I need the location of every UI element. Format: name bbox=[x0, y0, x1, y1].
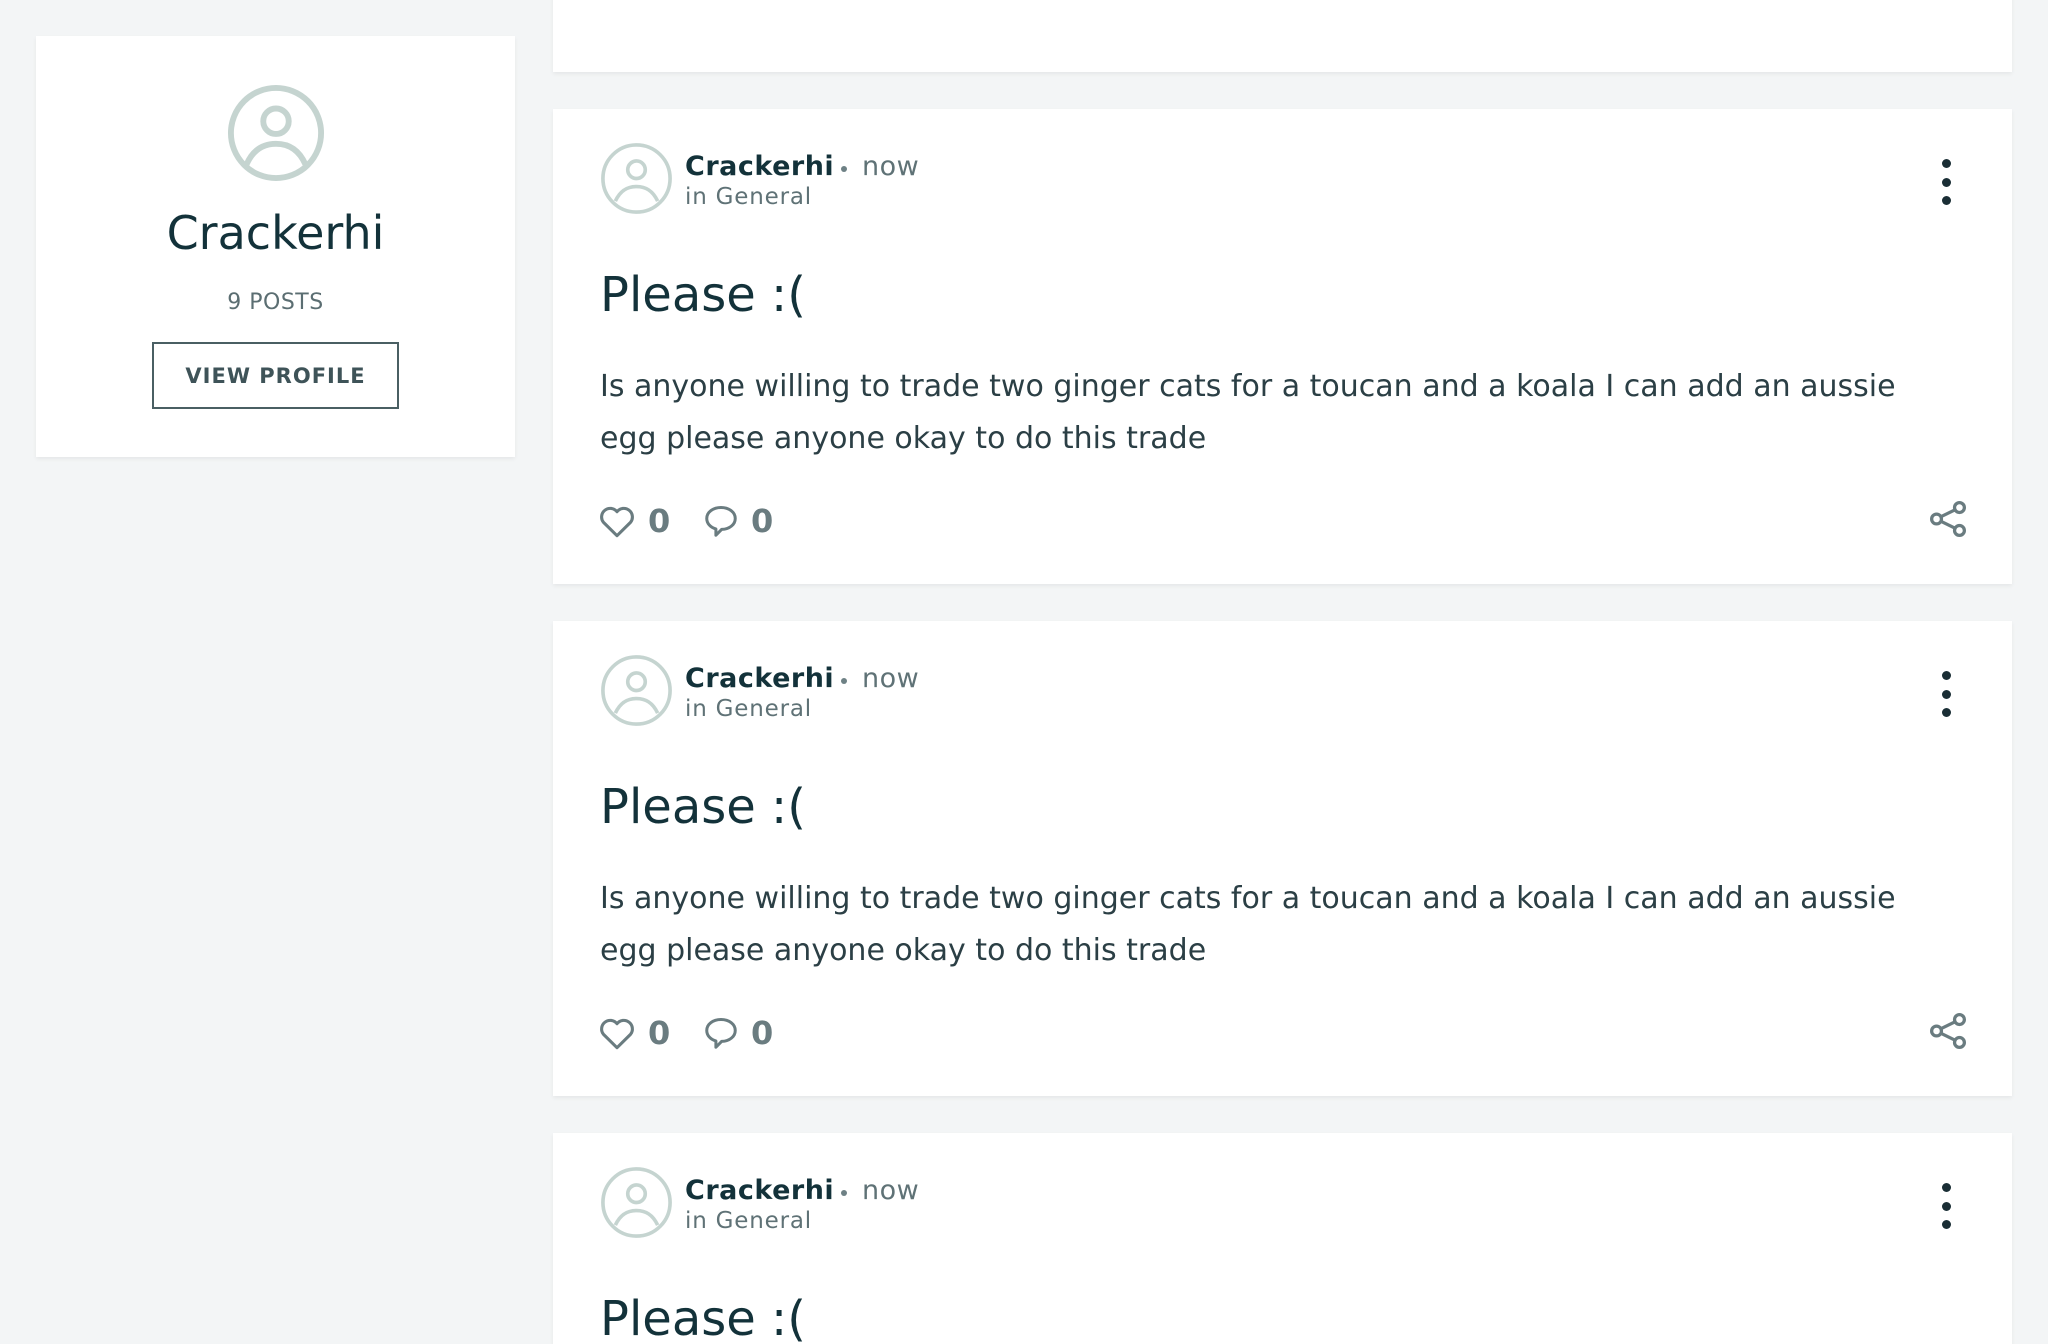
user-circle-icon[interactable] bbox=[600, 1166, 673, 1239]
post-author[interactable]: Crackerhi bbox=[685, 1175, 834, 1206]
like-button[interactable]: 0 bbox=[598, 502, 670, 540]
post-time: now bbox=[862, 663, 920, 694]
user-circle-icon bbox=[227, 84, 325, 182]
profile-post-count: 9 POSTS bbox=[227, 290, 324, 315]
like-button[interactable]: 0 bbox=[598, 1014, 670, 1052]
post-author[interactable]: Crackerhi bbox=[685, 663, 834, 694]
share-button[interactable] bbox=[1928, 1013, 1968, 1053]
post-author[interactable]: Crackerhi bbox=[685, 151, 834, 182]
post-card[interactable]: Crackerhi now in General Please :( Is an… bbox=[553, 621, 2012, 1096]
post-time: now bbox=[862, 1175, 920, 1206]
like-count: 0 bbox=[648, 502, 671, 540]
post-title[interactable]: Please :( bbox=[600, 1291, 806, 1344]
post-category[interactable]: in General bbox=[685, 696, 812, 722]
post-category[interactable]: in General bbox=[685, 1208, 812, 1234]
page: 0 0 Crackerhi 9 POSTS VIEW PROFILE Crack… bbox=[0, 0, 2048, 1344]
separator-dot bbox=[841, 166, 847, 172]
share-icon bbox=[1930, 1013, 1966, 1049]
more-vertical-icon[interactable] bbox=[1936, 159, 1956, 205]
post-card[interactable]: Crackerhi now in General Please :( Is an… bbox=[553, 109, 2012, 584]
heart-icon bbox=[600, 1018, 634, 1050]
post-title[interactable]: Please :( bbox=[600, 779, 806, 835]
more-vertical-icon[interactable] bbox=[1936, 1183, 1956, 1229]
post-body: Is anyone willing to trade two ginger ca… bbox=[600, 369, 1896, 456]
post-title[interactable]: Please :( bbox=[600, 267, 806, 323]
post-card-partial: 0 0 bbox=[553, 0, 2012, 72]
share-button[interactable] bbox=[1928, 501, 1968, 541]
profile-card: Crackerhi 9 POSTS VIEW PROFILE bbox=[36, 36, 515, 457]
separator-dot bbox=[841, 1190, 847, 1196]
post-body: Is anyone willing to trade two ginger ca… bbox=[600, 881, 1896, 968]
user-circle-icon[interactable] bbox=[600, 654, 673, 727]
profile-name: Crackerhi bbox=[166, 206, 385, 260]
share-icon bbox=[1930, 501, 1966, 537]
view-profile-button[interactable]: VIEW PROFILE bbox=[152, 342, 399, 409]
user-circle-icon[interactable] bbox=[600, 142, 673, 215]
heart-icon bbox=[600, 506, 634, 538]
like-count: 0 bbox=[648, 1014, 671, 1052]
comment-button[interactable]: 0 bbox=[703, 502, 773, 540]
more-vertical-icon[interactable] bbox=[1936, 671, 1956, 717]
post-card[interactable]: Crackerhi now in General Please :( bbox=[553, 1133, 2012, 1344]
post-category[interactable]: in General bbox=[685, 184, 812, 210]
comment-bubble-icon bbox=[705, 1018, 737, 1049]
separator-dot bbox=[841, 678, 847, 684]
comment-bubble-icon bbox=[705, 506, 737, 537]
comment-button[interactable]: 0 bbox=[703, 1014, 773, 1052]
comment-count: 0 bbox=[751, 502, 774, 540]
comment-count: 0 bbox=[751, 1014, 774, 1052]
post-time: now bbox=[862, 151, 920, 182]
